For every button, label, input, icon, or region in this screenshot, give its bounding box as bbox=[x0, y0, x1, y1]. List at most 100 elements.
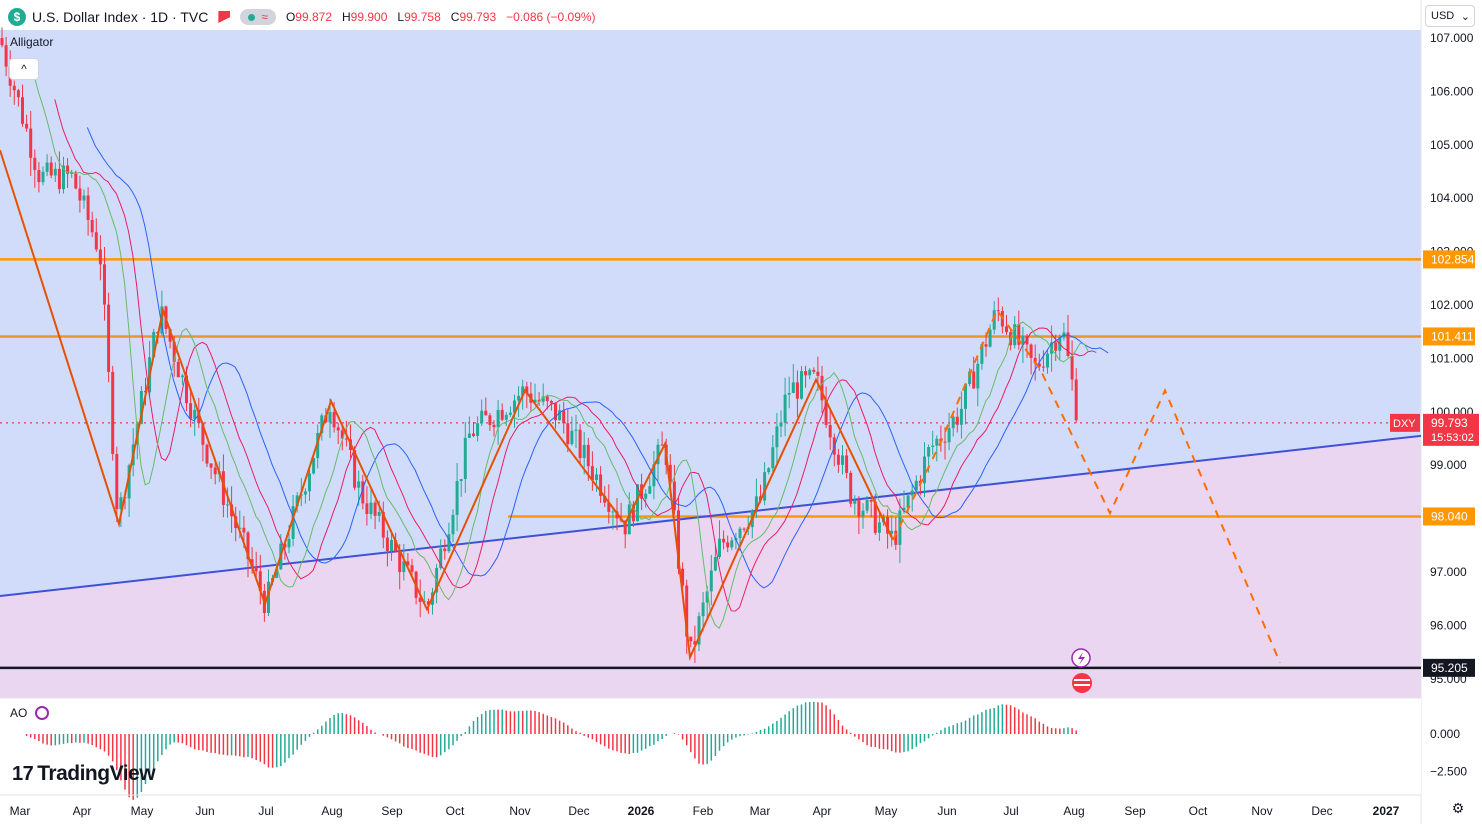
gear-icon[interactable]: ⚙ bbox=[1450, 800, 1466, 816]
candle-body bbox=[103, 264, 106, 305]
candle-body bbox=[644, 493, 648, 499]
candle-body bbox=[488, 415, 492, 425]
candle-body bbox=[726, 542, 730, 548]
price-label: 98.040 bbox=[1431, 509, 1468, 523]
time-tick-label: Aug bbox=[321, 804, 342, 818]
chart-title[interactable]: U.S. Dollar Index · 1D · TVC bbox=[32, 9, 208, 25]
price-tick-label: 96.000 bbox=[1430, 618, 1467, 632]
time-tick-label: Jul bbox=[1003, 804, 1018, 818]
ao-indicator-label[interactable]: AO bbox=[10, 706, 50, 720]
collapse-indicators-button[interactable]: ^ bbox=[9, 58, 39, 80]
candle-body bbox=[742, 528, 746, 530]
candle-body bbox=[443, 548, 447, 552]
candle-body bbox=[943, 441, 947, 443]
price-tick-label: 104.000 bbox=[1430, 191, 1474, 205]
candle-body bbox=[787, 393, 791, 395]
candle-body bbox=[853, 500, 857, 504]
currency-selector[interactable]: USD ⌄ bbox=[1425, 5, 1475, 27]
current-price-label: 99.793 bbox=[1431, 416, 1468, 430]
candle-body bbox=[709, 570, 713, 592]
time-tick-label: Feb bbox=[693, 804, 714, 818]
candle-body bbox=[804, 371, 808, 376]
candle-body bbox=[332, 412, 336, 428]
candle-body bbox=[730, 540, 734, 548]
candle-body bbox=[586, 444, 590, 467]
candle-body bbox=[12, 85, 16, 91]
candle-body bbox=[308, 473, 311, 492]
candle-body bbox=[951, 416, 955, 429]
ohlc-close: C99.793 bbox=[450, 10, 497, 24]
candle-body bbox=[972, 371, 976, 389]
time-tick-label: Sep bbox=[381, 804, 403, 818]
candle-body bbox=[689, 636, 693, 642]
candle-body bbox=[107, 304, 111, 372]
candle-body bbox=[463, 437, 467, 479]
market-status-pill[interactable]: ≈ bbox=[240, 9, 276, 25]
price-chart[interactable]: 107.000106.000105.000104.000103.000102.0… bbox=[0, 0, 1482, 824]
candle-body bbox=[53, 168, 57, 176]
candle-body bbox=[78, 188, 82, 201]
candle-body bbox=[988, 329, 992, 347]
ao-tick-label: 0.000 bbox=[1430, 727, 1460, 741]
candle-body bbox=[504, 414, 508, 420]
candle-body bbox=[205, 444, 209, 464]
candle-body bbox=[365, 503, 369, 515]
candle-body bbox=[935, 438, 939, 446]
candle-body bbox=[467, 433, 471, 438]
candle-body bbox=[410, 565, 414, 572]
candle-body bbox=[570, 430, 574, 445]
candle-body bbox=[242, 527, 246, 533]
candle-body bbox=[390, 539, 393, 551]
candle-body bbox=[738, 528, 742, 539]
candle-body bbox=[910, 490, 914, 496]
price-tick-label: 102.000 bbox=[1430, 298, 1474, 312]
candle-body bbox=[927, 446, 931, 457]
candle-body bbox=[496, 409, 500, 428]
candle-body bbox=[213, 467, 217, 475]
candle-body bbox=[451, 514, 455, 535]
time-tick-label: 2027 bbox=[1373, 804, 1400, 818]
candle-body bbox=[492, 424, 496, 428]
time-tick-label: 2026 bbox=[628, 804, 655, 818]
candle-body bbox=[74, 172, 78, 189]
candle-body bbox=[115, 453, 119, 510]
candle-body bbox=[37, 169, 41, 183]
price-label: 102.854 bbox=[1431, 252, 1475, 266]
symbol-icon[interactable]: $ bbox=[8, 8, 26, 26]
candle-body bbox=[1029, 344, 1033, 358]
candle-body bbox=[98, 249, 102, 265]
candle-body bbox=[1005, 326, 1008, 333]
candle-body bbox=[209, 463, 213, 468]
time-tick-label: Apr bbox=[813, 804, 832, 818]
candle-body bbox=[94, 232, 98, 250]
flag-icon[interactable] bbox=[218, 11, 231, 23]
candle-body bbox=[582, 444, 586, 459]
pill-symbol: ≈ bbox=[261, 10, 268, 24]
candle-body bbox=[857, 500, 861, 517]
candle-body bbox=[287, 538, 291, 548]
candle-body bbox=[845, 455, 849, 473]
candle-body bbox=[791, 382, 795, 394]
candle-body bbox=[226, 504, 229, 506]
price-tick-label: 105.000 bbox=[1430, 138, 1474, 152]
tradingview-logo[interactable]: 17 TradingView bbox=[12, 762, 156, 786]
candle-body bbox=[4, 45, 8, 67]
candle-body bbox=[574, 429, 578, 431]
candle-body bbox=[795, 382, 799, 399]
candle-body bbox=[82, 195, 86, 201]
price-tick-label: 106.000 bbox=[1430, 84, 1474, 98]
candle-body bbox=[49, 162, 53, 176]
candle-body bbox=[775, 426, 779, 448]
candle-body bbox=[385, 537, 389, 551]
candle-body bbox=[1041, 366, 1045, 368]
candle-body bbox=[816, 371, 820, 376]
candle-body bbox=[849, 472, 853, 504]
candle-body bbox=[959, 408, 963, 425]
candle-body bbox=[517, 395, 521, 401]
candle-body bbox=[828, 424, 832, 438]
candle-body bbox=[1046, 353, 1049, 368]
candle-body bbox=[718, 538, 721, 558]
indicator-label[interactable]: Alligator bbox=[10, 35, 53, 49]
candle-body bbox=[455, 481, 459, 515]
refresh-icon[interactable] bbox=[35, 706, 50, 720]
